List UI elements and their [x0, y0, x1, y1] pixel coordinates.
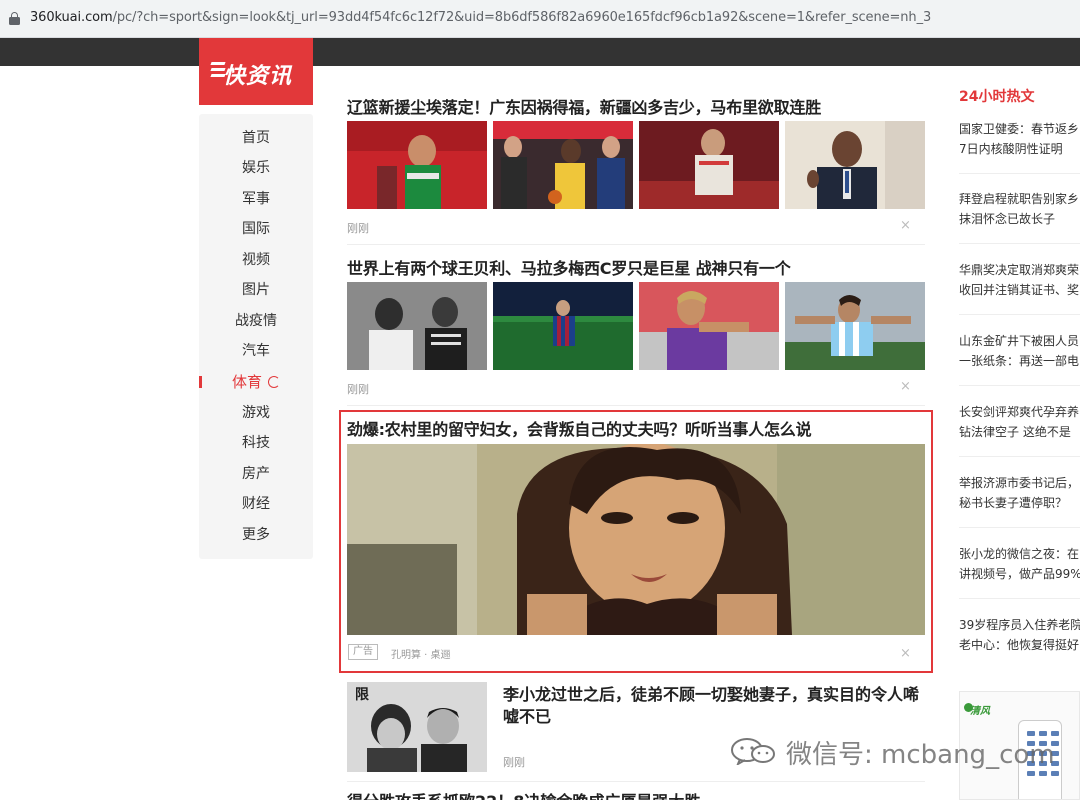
- nav-item-international[interactable]: 国际: [199, 214, 313, 244]
- divider: [959, 173, 1080, 174]
- hot-list-item[interactable]: 华鼎奖决定取消郑爽荣 收回并注销其证书、奖: [959, 260, 1080, 300]
- site-logo[interactable]: 快资讯: [199, 38, 313, 105]
- dismiss-icon[interactable]: ×: [900, 218, 911, 233]
- news-thumbnails[interactable]: [347, 282, 925, 370]
- hot-list-item[interactable]: 长安剑评郑爽代孕弃养 钻法律空子 这绝不是: [959, 402, 1080, 442]
- divider: [959, 456, 1080, 457]
- divider: [347, 405, 925, 406]
- hot-list-item[interactable]: 国家卫健委：春节返乡 7日内核酸阴性证明: [959, 119, 1080, 159]
- thumbnail-image[interactable]: [493, 121, 633, 209]
- hot-list-item[interactable]: 拜登启程就职告别家乡 抹泪怀念已故长子: [959, 189, 1080, 229]
- side-ad-brand: 清风: [970, 706, 990, 717]
- address-bar[interactable]: 360kuai.com/pc/?ch=sport&sign=look&tj_ur…: [0, 0, 1080, 38]
- ad-source: 孔明算 · 桌逦: [391, 650, 451, 661]
- divider: [347, 244, 925, 245]
- thumbnail-image[interactable]: [785, 282, 925, 370]
- thumbnail-image[interactable]: [493, 282, 633, 370]
- active-indicator: [199, 376, 202, 388]
- divider: [347, 781, 925, 782]
- nav-item-sports-label: 体育: [231, 373, 262, 391]
- news-time: 刚刚: [347, 222, 369, 235]
- dismiss-icon[interactable]: ×: [900, 379, 911, 394]
- news-title[interactable]: 辽篮新援尘埃落定！广东因祸得福，新疆凶多吉少，马布里欲取连胜: [347, 94, 821, 118]
- url-text[interactable]: 360kuai.com/pc/?ch=sport&sign=look&tj_ur…: [30, 10, 931, 25]
- ad-label-badge: 广告: [348, 644, 378, 660]
- news-time: 刚刚: [503, 756, 525, 769]
- wechat-icon: [731, 738, 775, 765]
- top-nav-bar: [0, 38, 1080, 66]
- news-title[interactable]: 世界上有两个球王贝利、马拉多梅西C罗只是巨星 战神只有一个: [347, 255, 791, 279]
- refresh-icon[interactable]: [268, 376, 280, 388]
- nav-item-finance[interactable]: 财经: [199, 489, 313, 519]
- logo-text: 快资讯: [223, 64, 293, 89]
- url-domain: 360kuai.com: [30, 10, 113, 25]
- nav-item-epidemic[interactable]: 战疫情: [199, 306, 313, 336]
- divider: [959, 598, 1080, 599]
- thumbnail-image[interactable]: [347, 282, 487, 370]
- thumbnail-image[interactable]: [785, 121, 925, 209]
- thumbnail-image[interactable]: [639, 121, 779, 209]
- ad-title[interactable]: 劲爆:农村里的留守妇女，会背叛自己的丈夫吗？听听当事人怎么说: [347, 416, 812, 440]
- divider: [959, 527, 1080, 528]
- nav-item-pictures[interactable]: 图片: [199, 275, 313, 305]
- nav-item-sports[interactable]: 体育: [199, 367, 313, 397]
- nav-item-tech[interactable]: 科技: [199, 428, 313, 458]
- nav-item-realestate[interactable]: 房产: [199, 459, 313, 489]
- news-time: 刚刚: [347, 383, 369, 396]
- image-caption-char: 限: [355, 687, 369, 703]
- divider: [959, 314, 1080, 315]
- thumbnail-image[interactable]: [639, 282, 779, 370]
- news-thumbnails[interactable]: [347, 121, 925, 209]
- hot-list-item[interactable]: 张小龙的微信之夜：在 讲视频号，做产品99%: [959, 544, 1080, 584]
- dismiss-icon[interactable]: ×: [900, 646, 911, 661]
- hot-list-item[interactable]: 山东金矿井下被困人员 一张纸条：再送一部电: [959, 331, 1080, 371]
- nav-item-entertainment[interactable]: 娱乐: [199, 153, 313, 183]
- ad-image[interactable]: [347, 444, 925, 635]
- nav-item-home[interactable]: 首页: [199, 123, 313, 153]
- nav-item-video[interactable]: 视频: [199, 245, 313, 275]
- thumbnail-image[interactable]: [347, 121, 487, 209]
- nav-item-more[interactable]: 更多: [199, 520, 313, 550]
- watermark-text: 微信号: mcbang_com: [786, 740, 1055, 770]
- thumbnail-image[interactable]: 限: [347, 682, 487, 772]
- hot-list-item[interactable]: 举报济源市委书记后， 秘书长妻子遭停职？: [959, 473, 1080, 513]
- hot-list-item[interactable]: 39岁程序员入住养老院 老中心：他恢复得挺好: [959, 615, 1080, 655]
- nav-item-military[interactable]: 军事: [199, 184, 313, 214]
- nav-item-auto[interactable]: 汽车: [199, 336, 313, 366]
- news-title[interactable]: 李小龙过世之后，徒弟不顾一切娶她妻子，真实目的令人唏嘘不已: [503, 684, 927, 728]
- url-path: /pc/?ch=sport&sign=look&tj_url=93dd4f54f…: [112, 10, 932, 25]
- news-title[interactable]: 得分胜攻丢系抓欧22！8决输余晚成广厦是强大胜: [347, 788, 700, 800]
- nav-item-games[interactable]: 游戏: [199, 398, 313, 428]
- hot-list-header: 24小时热文: [959, 89, 1035, 105]
- lock-icon: [9, 12, 20, 25]
- category-sidebar: 首页 娱乐 军事 国际 视频 图片 战疫情 汽车 体育 游戏 科技 房产 财经 …: [199, 114, 313, 559]
- divider: [959, 243, 1080, 244]
- divider: [959, 385, 1080, 386]
